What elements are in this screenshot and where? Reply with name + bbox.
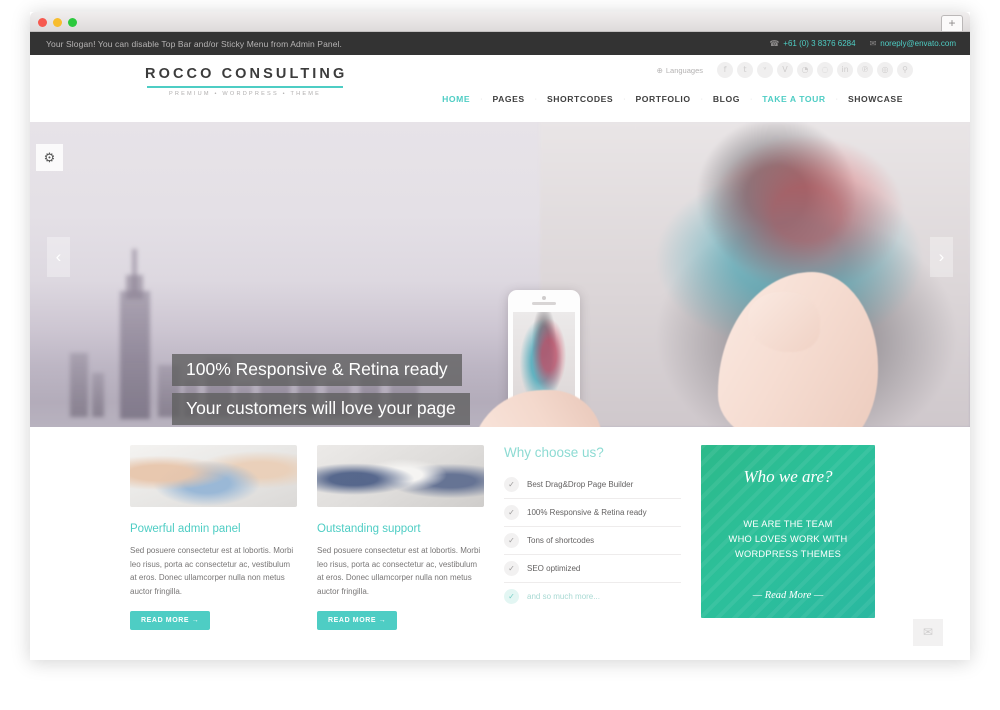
phone-number: +61 (0) 3 8376 6284 (783, 39, 856, 48)
phone-camera (542, 296, 546, 300)
slider-prev-arrow[interactable]: ‹ (47, 237, 70, 277)
nav-item-shortcodes[interactable]: SHORTCODES (537, 94, 623, 104)
twitter-icon[interactable]: ᵛ (757, 62, 773, 78)
phone-contact[interactable]: ☎ +61 (0) 3 8376 6284 (769, 39, 855, 48)
content-section: Powerful admin panel Sed posuere consect… (30, 427, 970, 660)
feature-image-team-meeting (317, 445, 484, 507)
envelope-icon: ✉ (869, 39, 877, 48)
main-navigation: HOME · PAGES · SHORTCODES · PORTFOLIO · BLOG · TAK… (432, 94, 913, 104)
logo-name: ROCCO CONSULTING (145, 66, 348, 82)
new-tab-button[interactable]: + (941, 15, 963, 31)
email-contact[interactable]: ✉ noreply@envato.com (870, 39, 956, 48)
check-icon: ✓ (504, 477, 519, 492)
phone-icon: ☎ (769, 39, 780, 48)
feature-card-support: Outstanding support Sed posuere consecte… (317, 445, 484, 630)
feature-card-admin-panel: Powerful admin panel Sed posuere consect… (130, 445, 297, 630)
top-bar-contact-group: ☎ +61 (0) 3 8376 6284 ✉ noreply@envato.c… (769, 39, 956, 48)
logo-tagline: PREMIUM • WORDPRESS • THEME (168, 91, 322, 97)
instagram-icon[interactable]: ◎ (877, 62, 893, 78)
gear-icon[interactable]: ⚙ (36, 144, 63, 171)
window-controls[interactable] (38, 18, 77, 27)
feature-body: Sed posuere consectetur est at lobortis.… (130, 546, 294, 596)
checklist-item: ✓ SEO optimized (504, 555, 681, 583)
slogan-text: Your Slogan! You can disable Top Bar and… (46, 38, 343, 49)
checklist-item: ✓ 100% Responsive & Retina ready (504, 499, 681, 527)
checklist-item: ✓ and so much more... (504, 583, 681, 610)
browser-window: + Your Slogan! You can disable Top Bar a… (30, 12, 970, 660)
nav-item-home[interactable]: HOME (432, 94, 480, 104)
why-choose-us-panel: Why choose us? ✓ Best Drag&Drop Page Buil… (504, 445, 681, 630)
slide-heading-1: 100% Responsive & Retina ready (172, 354, 462, 386)
who-line-1: WE ARE THE TEAM (743, 519, 833, 529)
check-icon: ✓ (504, 533, 519, 548)
feature-image-business-people (130, 445, 297, 507)
hero-slider: ⚙ ‹ › 100% Responsive & Retina ready You… (30, 122, 970, 427)
linkedin-icon[interactable]: in (837, 62, 853, 78)
nav-item-portfolio[interactable]: PORTFOLIO (626, 94, 701, 104)
nav-item-blog[interactable]: BLOG (703, 94, 750, 104)
check-icon: ✓ (504, 589, 519, 604)
checklist-label: and so much more... (527, 592, 600, 601)
email-address: noreply@envato.com (880, 39, 956, 48)
check-icon: ✓ (504, 561, 519, 576)
why-checklist: ✓ Best Drag&Drop Page Builder ✓ 100% Respon… (504, 471, 681, 610)
languages-selector[interactable]: ⊕ Languages (657, 66, 703, 75)
skyline-building (70, 353, 88, 417)
zoom-window-button[interactable] (68, 18, 77, 27)
nav-item-take-a-tour[interactable]: TAKE A TOUR (752, 94, 835, 104)
slider-next-arrow[interactable]: › (930, 237, 953, 277)
social-links: f t ᵛ V ◔ ◌ in ℗ ◎ ⚲ (717, 62, 913, 78)
globe-icon: ⊕ (656, 65, 663, 75)
nav-item-showcase[interactable]: SHOWCASE (838, 94, 913, 104)
search-icon[interactable]: ⚲ (897, 62, 913, 78)
checklist-label: 100% Responsive & Retina ready (527, 508, 647, 517)
close-window-button[interactable] (38, 18, 47, 27)
skyline-building (92, 373, 104, 417)
logo-divider (147, 86, 343, 88)
who-we-are-box[interactable]: Who we are? WE ARE THE TEAM WHO LOVES WO… (701, 445, 875, 618)
feature-title: Powerful admin panel (130, 523, 241, 535)
read-more-button[interactable]: READ MORE → (130, 611, 211, 630)
who-line-3: WORDPRESS THEMES (734, 549, 842, 559)
pinterest-icon[interactable]: ℗ (857, 62, 873, 78)
checklist-label: Best Drag&Drop Page Builder (527, 480, 634, 489)
website-viewport: Your Slogan! You can disable Top Bar and… (30, 32, 970, 660)
vimeo-icon[interactable]: V (777, 62, 793, 78)
content-columns: Powerful admin panel Sed posuere consect… (130, 445, 875, 630)
read-more-button[interactable]: READ MORE → (317, 611, 398, 630)
slide-caption: 100% Responsive & Retina ready Your cust… (172, 354, 470, 427)
site-logo[interactable]: ROCCO CONSULTING PREMIUM • WORDPRESS • T… (145, 66, 345, 97)
check-icon: ✓ (504, 505, 519, 520)
slide-heading-2: Your customers will love your page (172, 393, 470, 425)
phone-speaker (532, 302, 556, 305)
checklist-label: SEO optimized (527, 564, 581, 573)
who-line-2: WHO LOVES WORK WITH (728, 534, 848, 544)
site-header: ROCCO CONSULTING PREMIUM • WORDPRESS • T… (30, 55, 970, 122)
who-we-are-title: Who we are? (743, 467, 833, 486)
contact-mail-button[interactable]: ✉ (913, 619, 943, 646)
flickr-icon[interactable]: t (737, 62, 753, 78)
empire-state-building (120, 249, 150, 419)
who-we-are-panel: Who we are? WE ARE THE TEAM WHO LOVES WO… (701, 445, 875, 630)
checklist-label: Tons of shortcodes (527, 536, 595, 545)
languages-label: Languages (665, 65, 703, 75)
who-read-more-link[interactable]: — Read More — (701, 590, 875, 601)
header-utility-bar: ⊕ Languages f t ᵛ V ◔ ◌ in ℗ ◎ ⚲ (657, 62, 913, 78)
why-choose-us-title: Why choose us? (504, 445, 604, 460)
rss-icon[interactable]: ◔ (797, 62, 813, 78)
minimize-window-button[interactable] (53, 18, 62, 27)
checklist-item: ✓ Tons of shortcodes (504, 527, 681, 555)
dribbble-icon[interactable]: ◌ (817, 62, 833, 78)
facebook-icon[interactable]: f (717, 62, 733, 78)
feature-body: Sed posuere consectetur est at lobortis.… (317, 546, 481, 596)
feature-title: Outstanding support (317, 523, 421, 535)
nav-item-pages[interactable]: PAGES (482, 94, 534, 104)
browser-titlebar: + (30, 12, 970, 32)
top-bar: Your Slogan! You can disable Top Bar and… (30, 32, 970, 55)
checklist-item: ✓ Best Drag&Drop Page Builder (504, 471, 681, 499)
who-we-are-body: WE ARE THE TEAM WHO LOVES WORK WITH WORD… (701, 517, 875, 562)
